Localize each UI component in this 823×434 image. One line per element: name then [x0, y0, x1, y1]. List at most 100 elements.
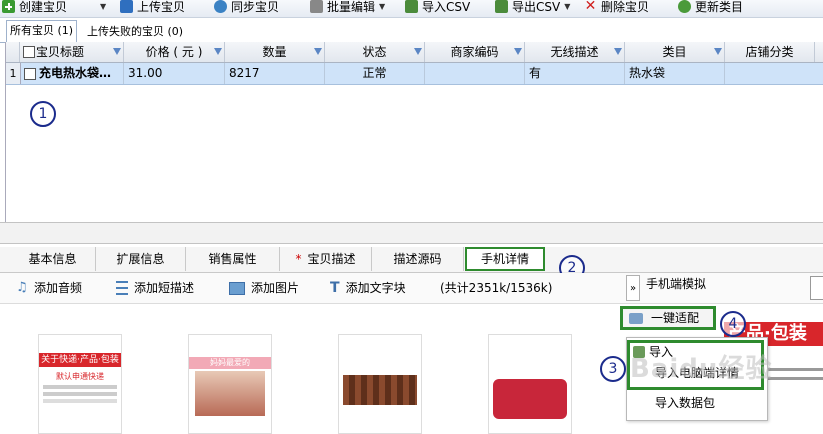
expand-panel-button[interactable]: » — [626, 275, 640, 301]
cell-wireless[interactable]: 有 — [525, 63, 625, 84]
banner-text-line — [764, 368, 823, 371]
create-item-label: 创建宝贝 — [19, 0, 68, 14]
export-csv-label: 导出CSV — [512, 0, 561, 14]
preview-toggle-button[interactable] — [810, 276, 823, 300]
cell-code[interactable] — [425, 63, 525, 84]
sync-label: 同步宝贝 — [231, 0, 280, 14]
content-thumbnail[interactable]: 妈妈最爱的 — [188, 334, 272, 434]
thumb-text-line — [43, 385, 117, 389]
cell-shop-category[interactable] — [725, 63, 823, 84]
upload-label: 上传宝贝 — [137, 0, 186, 14]
thumb-subtitle: 默认申通快递 — [56, 372, 104, 381]
tab-basic-info[interactable]: 基本信息 — [10, 247, 96, 271]
tab-extended-info[interactable]: 扩展信息 — [96, 247, 186, 271]
filter-icon[interactable] — [314, 48, 322, 55]
delete-item-button[interactable]: ✕ 删除宝贝 — [584, 0, 649, 16]
add-text-label: 添加文字块 — [345, 281, 406, 295]
column-label: 无线描述 — [550, 45, 599, 59]
mobile-preview-label: 手机端模拟 — [646, 277, 707, 291]
column-label: 店铺分类 — [745, 45, 794, 59]
content-thumbnail[interactable]: 关于快递·产品·包装 默认申通快递 — [38, 334, 122, 434]
delete-icon: ✕ — [584, 0, 597, 14]
one-click-adapt-button[interactable]: 一键适配 — [620, 306, 716, 330]
export-icon — [495, 0, 508, 13]
add-image-button[interactable]: 添加图片 — [229, 273, 299, 303]
highlight-box — [627, 340, 764, 390]
cell-category[interactable]: 热水袋 — [625, 63, 725, 84]
music-note-icon: ♫ — [16, 280, 28, 295]
cell-title-text: 充电热水袋… — [39, 66, 112, 80]
column-header-title[interactable]: 宝贝标题 — [20, 42, 124, 62]
thumb-title: 妈妈最爱的 — [189, 357, 271, 369]
chevron-down-icon: ▼ — [379, 1, 386, 11]
column-header-quantity[interactable]: 数量 — [225, 42, 325, 62]
cell-price[interactable]: 31.00 — [124, 63, 225, 84]
cell-title[interactable]: 充电热水袋… — [20, 63, 124, 84]
chevron-down-icon: ▼ — [100, 1, 107, 11]
text-icon: T — [330, 280, 340, 296]
cell-status[interactable]: 正常 — [325, 63, 425, 84]
column-label: 状态 — [362, 45, 387, 59]
column-label: 宝贝标题 — [36, 45, 85, 59]
batch-edit-button[interactable]: 批量编辑 ▼ — [310, 0, 385, 16]
tab-mobile-details[interactable]: 手机详情 — [465, 247, 545, 271]
column-header-status[interactable]: 状态 — [325, 42, 425, 62]
filter-icon[interactable] — [414, 48, 422, 55]
tab-description-source[interactable]: 描述源码 — [372, 247, 464, 271]
delete-label: 删除宝贝 — [601, 0, 650, 14]
required-mark: * — [295, 252, 302, 266]
column-header-shop-category[interactable]: 店铺分类 — [725, 42, 815, 62]
thumb-text-line — [43, 392, 117, 396]
tab-failed-uploads[interactable]: 上传失败的宝贝 (0) — [84, 22, 186, 42]
filter-icon[interactable] — [113, 48, 121, 55]
update-category-button[interactable]: 更新类目 — [678, 0, 743, 16]
add-audio-label: 添加音频 — [34, 281, 83, 295]
list-icon — [116, 281, 128, 295]
table-row[interactable]: 1 充电热水袋… 31.00 8217 正常 有 热水袋 — [6, 63, 823, 85]
add-short-desc-button[interactable]: 添加短描述 — [116, 273, 194, 303]
column-header-category[interactable]: 类目 — [625, 42, 725, 62]
column-label: 数量 — [262, 45, 287, 59]
sync-icon — [214, 0, 227, 13]
upload-button[interactable]: 上传宝贝 — [120, 0, 185, 16]
tab-sales-attributes[interactable]: 销售属性 — [186, 247, 280, 271]
filter-icon[interactable] — [214, 48, 222, 55]
filter-icon[interactable] — [514, 48, 522, 55]
import-csv-button[interactable]: 导入CSV — [405, 0, 470, 16]
filter-icon[interactable] — [614, 48, 622, 55]
column-header-code[interactable]: 商家编码 — [425, 42, 525, 62]
product-photo — [493, 379, 567, 419]
import-icon — [405, 0, 418, 13]
column-header-price[interactable]: 价格 ( 元 ) — [124, 42, 225, 62]
import-icon — [629, 312, 643, 324]
add-audio-button[interactable]: ♫ 添加音频 — [16, 273, 82, 303]
batch-edit-icon — [310, 0, 323, 13]
select-all-checkbox[interactable] — [23, 46, 35, 58]
row-checkbox[interactable] — [24, 67, 36, 80]
export-csv-button[interactable]: 导出CSV ▼ — [495, 0, 570, 16]
menu-item-import-data-package[interactable]: 导入数据包 — [655, 393, 715, 413]
annotation-marker-3: 3 — [600, 356, 626, 382]
import-csv-label: 导入CSV — [422, 0, 471, 14]
create-item-button[interactable]: 创建宝贝 — [2, 0, 67, 16]
tab-all-items[interactable]: 所有宝贝 (1) — [6, 20, 78, 43]
create-dropdown-button[interactable]: ▼ — [100, 0, 106, 16]
content-thumbnail[interactable] — [338, 334, 422, 434]
batch-edit-label: 批量编辑 — [327, 0, 376, 14]
item-grid: 宝贝标题 价格 ( 元 ) 数量 状态 商家编码 无线描述 类目 店铺分类 1 … — [5, 42, 823, 242]
add-text-block-button[interactable]: T 添加文字块 — [330, 273, 406, 303]
filter-icon[interactable] — [714, 48, 722, 55]
tab-label: 宝贝描述 — [307, 252, 356, 266]
tab-item-description[interactable]: * 宝贝描述 — [280, 247, 372, 271]
mobile-toolbar: ♫ 添加音频 添加短描述 添加图片 T 添加文字块 (共计2351k/1536k) … — [0, 273, 823, 304]
row-number-header — [6, 42, 20, 62]
annotation-marker-4: 4 — [720, 311, 746, 337]
column-header-wireless[interactable]: 无线描述 — [525, 42, 625, 62]
content-thumbnail[interactable] — [488, 334, 572, 434]
add-image-label: 添加图片 — [251, 281, 300, 295]
splitter-bar[interactable] — [0, 222, 823, 244]
sync-button[interactable]: 同步宝贝 — [214, 0, 279, 16]
column-label: 类目 — [662, 45, 687, 59]
main-toolbar: 创建宝贝 ▼ 上传宝贝 同步宝贝 批量编辑 ▼ 导入CSV 导出CSV ▼ ✕ … — [0, 0, 823, 18]
cell-quantity[interactable]: 8217 — [225, 63, 325, 84]
